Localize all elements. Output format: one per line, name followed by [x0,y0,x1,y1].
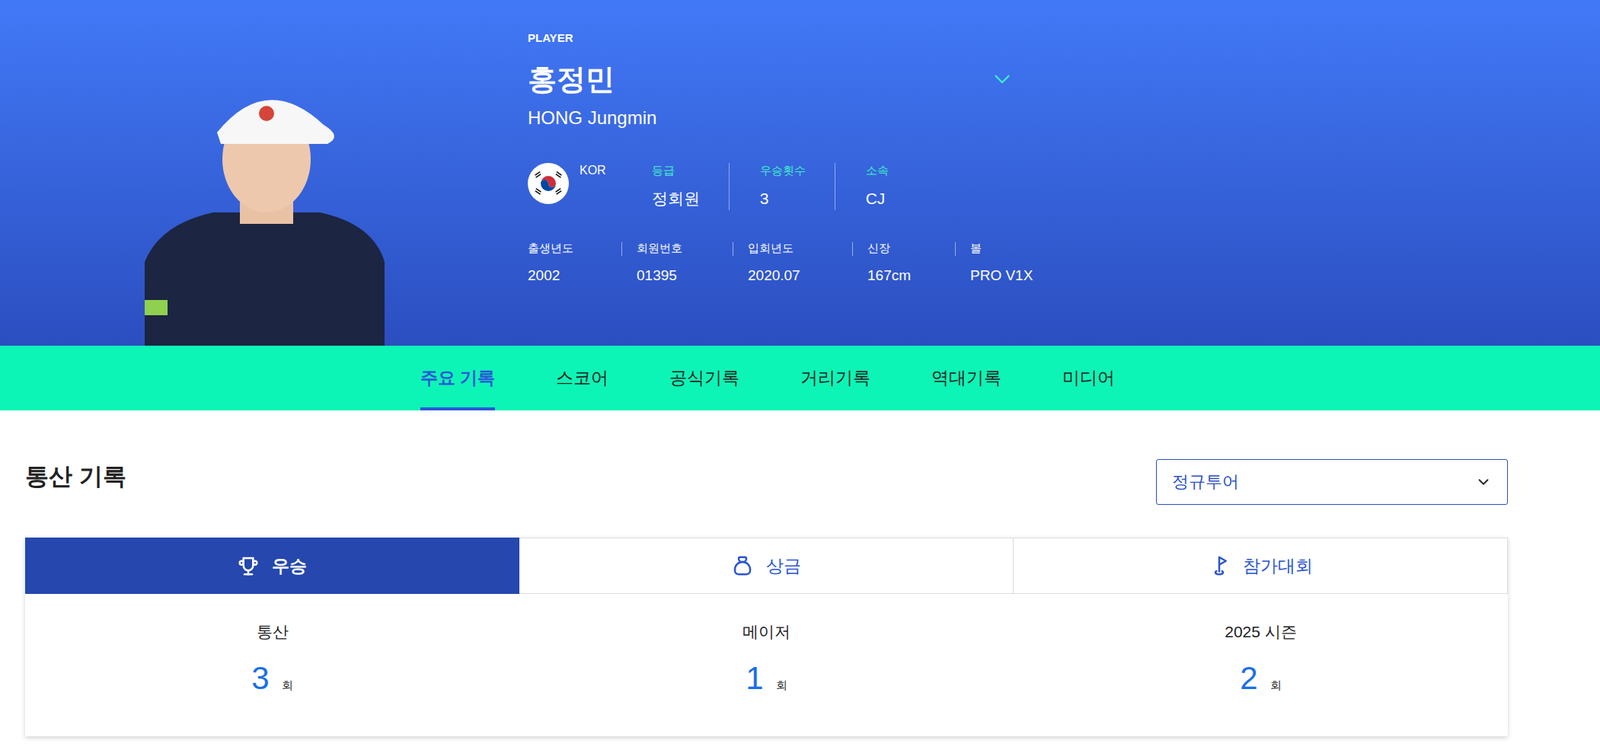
record-tab[interactable]: 우승 [25,537,520,595]
record-tab-label: 우승 [271,554,307,579]
detail-value: 01395 [636,266,733,285]
record-tab[interactable]: 참가대회 [1013,537,1508,595]
golf-icon [1207,554,1231,578]
section-header: 통산 기록 정규투어 [25,459,1508,505]
name-row: 홍정민 [527,60,1016,98]
record-tabs: 우승 상금 참가대회 [25,537,1508,595]
stat-item: 우승횟수 3 [728,162,835,211]
record-label: 2025 시즌 [1224,621,1297,643]
detail-label: 회원번호 [636,240,733,256]
detail-item: 볼 PRO V1X [954,240,1033,285]
stat-item: 소속 CJ [834,162,918,211]
record-value: 1 [745,659,764,698]
detail-value: 167cm [867,266,955,285]
player-name: 홍정민 [527,60,615,98]
dropdown-value: 정규투어 [1172,470,1240,494]
detail-value: PRO V1X [970,266,1033,285]
player-header: PLAYER 홍정민 HONG Jungmin KOR 등급정회원 우승횟수 3 소속 CJ 출생… [0,0,1600,346]
record-cell: 통산 3회 [25,621,520,737]
korea-flag-icon [527,162,569,205]
tab[interactable]: 공식기록 [669,345,740,411]
player-tag: PLAYER [527,30,1033,46]
record-value: 2 [1239,659,1258,698]
record-panel: 통산3회메이저1회2025 시즌2회 [25,594,1508,737]
chevron-down-icon[interactable] [989,66,1016,93]
section-title: 통산 기록 [25,462,127,492]
detail-row: 출생년도 2002 회원번호 01395 입회년도 2020.07 신장 167cm 볼 PRO … [527,240,1033,285]
detail-item: 출생년도 2002 [527,240,622,285]
record-unit: 회 [1270,678,1282,694]
record-tab[interactable]: 상금 [519,537,1014,595]
tab[interactable]: 미디어 [1062,345,1115,411]
tab[interactable]: 주요 기록 [420,345,496,411]
record-cell: 2025 시즌 2회 [1013,621,1508,737]
country-code: KOR [579,162,607,179]
record-value-row: 1회 [745,659,787,698]
tab[interactable]: 역대기록 [931,345,1002,411]
record-value-row: 3회 [251,659,293,698]
record-card: 우승상금참가대회통산3회메이저1회2025 시즌2회 [25,537,1508,737]
record-label: 메이저 [742,621,791,643]
detail-label: 볼 [970,240,1033,256]
stat-label: 우승횟수 [760,162,806,179]
content: 통산 기록정규투어우승상금참가대회통산3회메이저1회2025 시즌2회 [0,410,1508,750]
stat-row: KOR 등급정회원 우승횟수 3 소속 CJ [527,162,1033,211]
stat-value: 3 [760,188,806,209]
detail-item: 입회년도 2020.07 [732,240,853,285]
stat-label: 등급 [651,162,700,179]
tab-bar: 주요 기록 스코어 공식기록 거리기록 역대기록 미디어 [0,345,1600,411]
record-tab-label: 참가대회 [1242,554,1313,579]
player-name-en: HONG Jungmin [527,106,1033,130]
record-value-row: 2회 [1239,659,1281,698]
record-label: 통산 [256,621,289,643]
detail-label: 입회년도 [747,240,853,256]
detail-value: 2020.07 [747,266,853,285]
tab[interactable]: 거리기록 [800,345,871,411]
stat-value: 정회원 [651,188,700,209]
record-value: 3 [251,659,269,698]
record-unit: 회 [281,678,294,694]
player-photo-box [144,71,385,346]
money-bag-icon [731,554,754,578]
detail-value: 2002 [527,266,622,285]
player-photo [144,71,385,346]
record-cell: 메이저 1회 [519,621,1014,737]
tab[interactable]: 스코어 [555,345,609,411]
record-unit: 회 [776,678,788,694]
detail-item: 회원번호 01395 [621,240,733,285]
player-info: PLAYER 홍정민 HONG Jungmin KOR 등급정회원 우승횟수 3 소속 CJ 출생… [527,0,1033,346]
country: KOR [527,162,607,205]
player-page: PLAYER 홍정민 HONG Jungmin KOR 등급정회원 우승횟수 3 소속 CJ 출생… [0,0,1600,750]
detail-label: 신장 [867,240,955,256]
stat-item: 등급정회원 [651,162,729,211]
detail-item: 신장 167cm [852,240,955,285]
chevron-down-icon [1475,473,1492,491]
detail-label: 출생년도 [527,240,622,256]
tour-dropdown[interactable]: 정규투어 [1156,459,1508,505]
stat-value: CJ [865,188,889,209]
stat-label: 소속 [865,162,889,179]
record-tab-label: 상금 [766,554,802,579]
trophy-icon [236,554,260,578]
